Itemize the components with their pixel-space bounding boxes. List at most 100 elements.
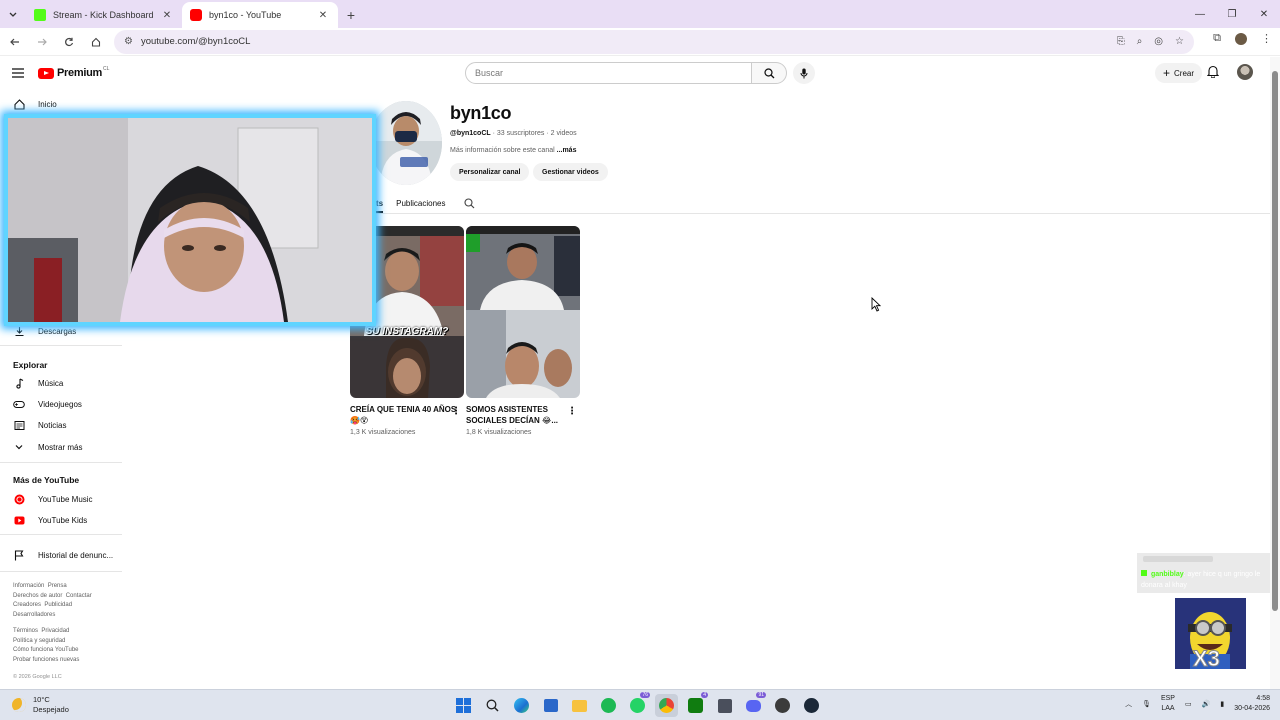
restore-button[interactable]: ❐ <box>1216 0 1248 28</box>
youtube-logo[interactable]: Premium CL <box>38 66 109 79</box>
profile-avatar-icon[interactable] <box>1235 32 1247 45</box>
sidebar-item-gaming[interactable]: Videojuegos <box>0 394 120 414</box>
install-app-icon[interactable]: ⎘ <box>1117 36 1125 47</box>
tab-kick-dashboard[interactable]: Stream - Kick Dashboard ✕ <box>26 2 182 28</box>
channel-more-info[interactable]: Más información sobre este canal ...más <box>450 147 576 154</box>
back-button[interactable] <box>3 30 27 54</box>
forward-button[interactable] <box>30 30 54 54</box>
chevron-up-icon[interactable]: ︿ <box>1125 699 1132 709</box>
footer-link[interactable]: Información <box>13 583 44 589</box>
footer-link[interactable]: Política y seguridad <box>13 638 65 644</box>
short-views: 1,3 K visualizaciones <box>350 429 416 436</box>
new-tab-button[interactable]: + <box>338 2 364 28</box>
scrollbar-thumb[interactable] <box>1272 71 1278 611</box>
zoom-icon[interactable]: ⌕ <box>1137 36 1143 47</box>
sidebar-item-music[interactable]: Música <box>0 373 120 393</box>
edge-icon[interactable] <box>510 694 533 717</box>
clock-date: 30-04-2026 <box>1234 705 1270 712</box>
volume-icon[interactable]: 🔊 <box>1202 700 1211 708</box>
whatsapp-icon[interactable]: 76 <box>626 692 650 717</box>
account-avatar[interactable] <box>1237 64 1253 80</box>
file-explorer-icon[interactable] <box>568 694 591 717</box>
more-options-icon[interactable]: ⋮ <box>451 406 461 417</box>
url-text[interactable]: youtube.com/@byn1coCL <box>141 36 1117 47</box>
omnibox[interactable]: ⚙ youtube.com/@byn1coCL ⎘ ⌕ ◎ ☆ <box>114 29 1194 54</box>
sidebar-item-youtube-music[interactable]: YouTube Music <box>0 489 120 509</box>
footer-link[interactable]: Desarrolladores <box>13 612 55 618</box>
battery-icon[interactable]: ▮ <box>1220 700 1224 708</box>
home-button[interactable] <box>84 30 108 54</box>
sidebar-item-home[interactable]: Inicio <box>0 94 120 114</box>
footer-link[interactable]: Probar funciones nuevas <box>13 657 79 663</box>
language-indicator[interactable]: ESP LAA <box>1161 694 1175 714</box>
footer-link[interactable]: Privacidad <box>41 628 69 634</box>
site-info-icon[interactable]: ⚙ <box>124 36 133 47</box>
short-title[interactable]: SOMOS ASISTENTES SOCIALES DECÍAN 😂... <box>466 404 578 426</box>
manage-videos-button[interactable]: Gestionar videos <box>533 163 608 181</box>
tab-shorts[interactable]: ts <box>376 199 384 213</box>
tabs-divider <box>362 213 1270 214</box>
channel-meta: @byn1coCL · 33 suscriptores · 2 videos <box>450 130 577 137</box>
page-scrollbar[interactable] <box>1270 57 1280 689</box>
browser-menu-icon[interactable]: ⋮ <box>1261 32 1272 45</box>
search-input[interactable]: Buscar <box>465 62 752 84</box>
more-options-icon[interactable]: ⋮ <box>567 406 577 417</box>
flag-icon <box>13 549 25 561</box>
obs-icon[interactable] <box>771 694 794 717</box>
reload-button[interactable] <box>57 30 81 54</box>
sidebar-item-news[interactable]: Noticias <box>0 415 120 435</box>
voice-search-button[interactable] <box>793 62 815 84</box>
xbox-icon[interactable]: 4 <box>684 692 708 717</box>
notification-badge: 76 <box>640 692 650 698</box>
sidebar-item-youtube-kids[interactable]: YouTube Kids <box>0 510 120 530</box>
notifications-bell-icon[interactable] <box>1207 65 1219 78</box>
windows-start-icon[interactable] <box>452 694 475 717</box>
clock[interactable]: 4:58 30-04-2026 <box>1234 694 1270 714</box>
chevron-down-icon <box>13 441 25 453</box>
channel-avatar[interactable] <box>370 101 442 185</box>
weather-widget[interactable]: 10°C Despejado <box>12 695 69 715</box>
close-window-button[interactable]: ✕ <box>1248 0 1280 28</box>
chrome-icon[interactable] <box>655 694 678 717</box>
channel-search-icon[interactable] <box>463 197 475 209</box>
footer-link[interactable]: Publicidad <box>44 602 72 608</box>
footer-link[interactable]: Creadores <box>13 602 41 608</box>
extensions-puzzle-icon[interactable]: ⧉ <box>1213 32 1221 45</box>
footer-link[interactable]: Prensa <box>48 583 67 589</box>
search-button[interactable] <box>752 62 787 84</box>
hamburger-menu-icon[interactable] <box>12 68 26 78</box>
mouse-cursor-icon <box>871 297 881 312</box>
create-button[interactable]: + Crear <box>1155 63 1203 83</box>
tab-posts[interactable]: Publicaciones <box>396 199 445 208</box>
tracking-protection-icon[interactable]: ◎ <box>1154 36 1163 47</box>
bookmark-star-icon[interactable]: ☆ <box>1175 36 1184 47</box>
steam-icon[interactable] <box>800 694 823 717</box>
search-bar: Buscar <box>465 62 787 84</box>
short-thumbnail[interactable] <box>466 226 580 398</box>
spotify-icon[interactable] <box>597 694 620 717</box>
microphone-tray-icon[interactable]: 🎙 <box>1142 700 1151 708</box>
discord-icon[interactable]: 91 <box>742 692 766 717</box>
sidebar-item-report-history[interactable]: Historial de denunc... <box>0 545 120 565</box>
footer-link[interactable]: Derechos de autor <box>13 593 62 599</box>
sidebar-item-show-more[interactable]: Mostrar más <box>0 437 120 457</box>
footer-link[interactable]: Términos <box>13 628 38 634</box>
customize-channel-button[interactable]: Personalizar canal <box>450 163 530 181</box>
search-taskbar-icon[interactable] <box>481 694 504 717</box>
more-link[interactable]: ...más <box>557 147 577 154</box>
capture-app-icon[interactable] <box>713 694 736 717</box>
footer-link[interactable]: Cómo funciona YouTube <box>13 647 79 653</box>
sidebar-item-label: Videojuegos <box>38 399 82 409</box>
footer-link[interactable]: Contactar <box>66 593 92 599</box>
store-icon[interactable] <box>539 694 562 717</box>
notification-badge: 91 <box>756 692 766 698</box>
short-title[interactable]: CREÍA QUE TENIA 40 AÑOS 🥵😵 <box>350 404 462 426</box>
network-icon[interactable]: ▭ <box>1185 700 1192 708</box>
tab-search-button[interactable] <box>0 0 26 28</box>
tab-close-icon[interactable]: ✕ <box>316 10 330 21</box>
tab-youtube[interactable]: byn1co - YouTube ✕ <box>182 2 338 28</box>
tab-close-icon[interactable]: ✕ <box>160 10 174 21</box>
minimize-button[interactable]: — <box>1184 0 1216 28</box>
sticker-text: X3 <box>1193 646 1221 670</box>
sidebar-divider <box>0 571 122 572</box>
